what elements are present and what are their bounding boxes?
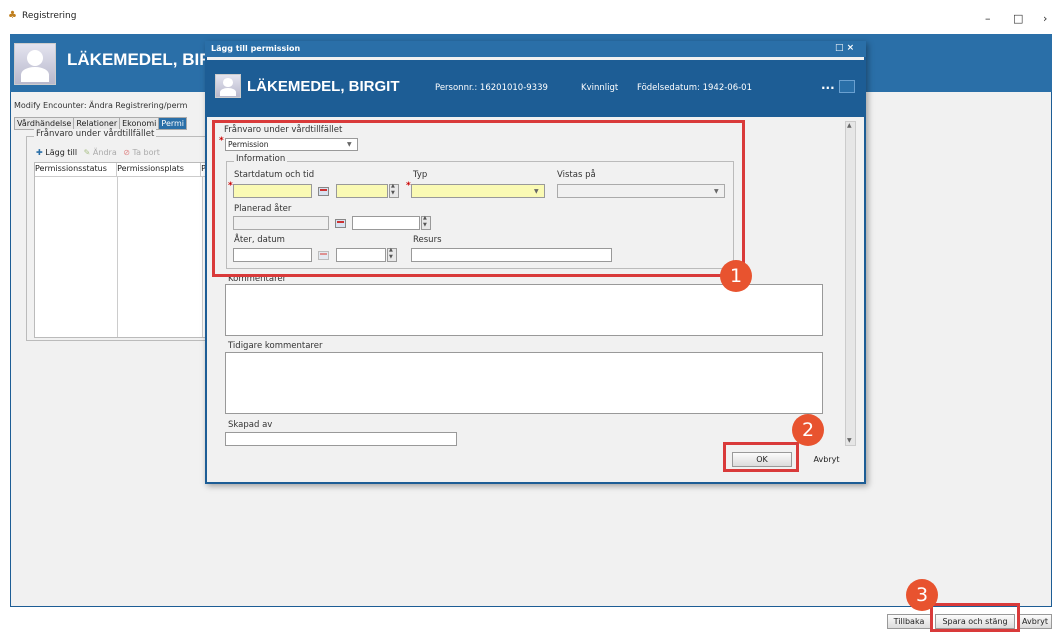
add-button[interactable]: Lägg till (45, 148, 77, 157)
maximize-button[interactable]: □ (1013, 12, 1023, 25)
pencil-icon: ✎ (83, 148, 91, 157)
delete-button[interactable]: Ta bort (133, 148, 160, 157)
app-icon: ♣ (8, 10, 17, 21)
dialog-gender: Kvinnligt (581, 83, 619, 93)
highlight-box-3 (930, 603, 1020, 632)
column-header-place[interactable]: Permissionsplats (117, 163, 202, 176)
dialog-birthdate: Födelsedatum: 1942-06-01 (637, 83, 752, 93)
permission-table: Permissionsstatus Permissionsplats P (34, 162, 214, 338)
dialog-title: Lägg till permission (211, 44, 301, 53)
minimize-button[interactable]: – (985, 12, 991, 25)
scroll-up-icon[interactable]: ▲ (847, 122, 852, 129)
dialog-scrollbar[interactable]: ▲ ▼ (845, 121, 856, 446)
column-divider (202, 176, 203, 337)
step-badge-1: 1 (720, 260, 752, 292)
column-header-status[interactable]: Permissionsstatus (35, 163, 118, 176)
dialog-cancel-button[interactable]: Avbryt (803, 452, 850, 467)
dialog-patient-banner: LÄKEMEDEL, BIRGIT Personnr.: 16201010-93… (207, 60, 864, 117)
more-button[interactable]: ... (821, 78, 835, 92)
tab-bar: Vårdhändelse Relationer Ekonomi Permi (14, 117, 188, 130)
highlight-box-1 (212, 120, 745, 277)
created-by-label: Skapad av (228, 420, 273, 430)
created-by-input (225, 432, 457, 446)
bg-cancel-button[interactable]: Avbryt (1018, 614, 1052, 629)
dialog-patient-avatar (215, 74, 241, 98)
collapse-icon[interactable] (839, 80, 855, 93)
window-title: Registrering (22, 11, 77, 21)
close-button[interactable]: › (1043, 12, 1047, 25)
back-button[interactable]: Tillbaka (887, 614, 931, 629)
scroll-down-icon[interactable]: ▼ (847, 437, 852, 444)
dialog-patient-name: LÄKEMEDEL, BIRGIT (247, 78, 400, 95)
previous-comments-textarea (225, 352, 823, 414)
patient-avatar (14, 43, 56, 85)
dialog-personnr: Personnr.: 16201010-9339 (435, 83, 548, 93)
step-badge-3: 3 (906, 579, 938, 611)
dialog-window-controls[interactable]: □ × (835, 43, 854, 53)
tab-permission[interactable]: Permi (158, 117, 188, 130)
edit-button[interactable]: Ändra (93, 148, 117, 157)
plus-icon: ✚ (36, 148, 43, 157)
breadcrumb: Modify Encounter: Ändra Registrering/per… (14, 101, 188, 110)
previous-comments-label: Tidigare kommentarer (228, 341, 323, 351)
dialog-titlebar: Lägg till permission □ × (205, 41, 866, 57)
column-divider (117, 176, 118, 337)
highlight-box-2 (723, 442, 799, 472)
absence-legend: Frånvaro under vårdtillfället (34, 129, 157, 139)
patient-name: LÄKEMEDEL, BIRG (67, 50, 225, 69)
bg-toolbar: ✚ Lägg till ✎ Ändra ⊘ Ta bort (36, 148, 160, 157)
step-badge-2: 2 (792, 414, 824, 446)
delete-icon: ⊘ (123, 148, 130, 157)
window-titlebar: ♣ Registrering – □ › (0, 0, 1052, 34)
